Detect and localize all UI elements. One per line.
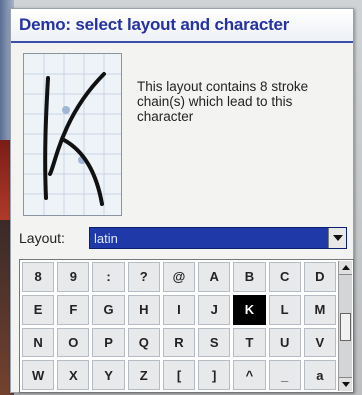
stroke-chain-description: This layout contains 8 stroke chain(s) w… xyxy=(137,79,309,124)
character-preview xyxy=(23,53,122,216)
layout-selector-row: Layout: latin xyxy=(19,225,351,251)
character-cell[interactable]: H xyxy=(127,294,160,325)
layout-value: latin xyxy=(94,230,118,246)
vertical-scrollbar[interactable] xyxy=(338,261,352,391)
character-cell[interactable]: Z xyxy=(127,360,160,390)
character-cell[interactable]: M xyxy=(303,294,336,325)
character-cell[interactable]: ? xyxy=(127,262,160,292)
character-cell[interactable]: T xyxy=(233,327,266,358)
character-cell[interactable]: [ xyxy=(162,360,196,390)
character-cell[interactable]: 8 xyxy=(22,262,55,292)
demo-dialog: Demo: select layout and character This l… xyxy=(10,8,354,393)
character-cell[interactable]: N xyxy=(22,327,55,358)
layout-label: Layout: xyxy=(19,230,65,246)
character-grid: 8 9:? @ A B C D E F G H I J K L M N O P Q R S T U V W X Y Z[] ^ _ a xyxy=(22,262,336,390)
character-cell[interactable]: S xyxy=(198,327,231,358)
scroll-up-button[interactable] xyxy=(339,261,352,275)
character-cell[interactable]: D xyxy=(303,262,336,292)
character-cell[interactable]: C xyxy=(268,262,301,292)
chevron-down-icon xyxy=(332,235,343,241)
character-cell[interactable]: 9 xyxy=(57,262,90,292)
character-cell[interactable]: W xyxy=(22,360,55,390)
handwritten-character-preview-icon xyxy=(24,54,121,215)
character-cell[interactable]: L xyxy=(268,294,301,325)
character-cell[interactable]: G xyxy=(92,294,125,325)
scroll-thumb[interactable] xyxy=(340,313,351,341)
character-cell[interactable]: J xyxy=(198,294,231,325)
character-cell[interactable]: I xyxy=(162,294,196,325)
character-cell[interactable]: A xyxy=(198,262,231,292)
character-cell[interactable]: ^ xyxy=(233,360,266,390)
desktop-background: Demo: select layout and character This l… xyxy=(0,0,362,395)
character-cell[interactable]: K xyxy=(233,294,266,325)
character-cell[interactable]: a xyxy=(303,360,336,390)
character-cell[interactable]: @ xyxy=(162,262,196,292)
scroll-down-button[interactable] xyxy=(339,377,352,391)
dialog-titlebar: Demo: select layout and character xyxy=(11,9,353,43)
character-cell[interactable]: B xyxy=(233,262,266,292)
layout-select[interactable]: latin xyxy=(89,227,347,249)
arrow-down-icon xyxy=(341,382,350,387)
character-cell[interactable]: F xyxy=(57,294,90,325)
character-cell[interactable]: R xyxy=(162,327,196,358)
character-cell[interactable]: O xyxy=(57,327,90,358)
character-cell[interactable]: P xyxy=(92,327,125,358)
dialog-title: Demo: select layout and character xyxy=(19,15,290,34)
character-cell[interactable]: U xyxy=(268,327,301,358)
character-cell[interactable]: ] xyxy=(198,360,231,390)
character-cell[interactable]: X xyxy=(57,360,90,390)
character-cell[interactable]: : xyxy=(92,262,125,292)
character-cell[interactable]: E xyxy=(22,294,55,325)
dropdown-button[interactable] xyxy=(328,228,346,248)
character-grid-panel: 8 9:? @ A B C D E F G H I J K L M N O P Q R S T U V W X Y Z[] ^ _ a xyxy=(19,259,354,393)
character-cell[interactable]: Q xyxy=(127,327,160,358)
character-cell[interactable]: Y xyxy=(92,360,125,390)
character-cell[interactable]: V xyxy=(303,327,336,358)
arrow-up-icon xyxy=(341,265,350,270)
character-cell[interactable]: _ xyxy=(268,360,301,390)
